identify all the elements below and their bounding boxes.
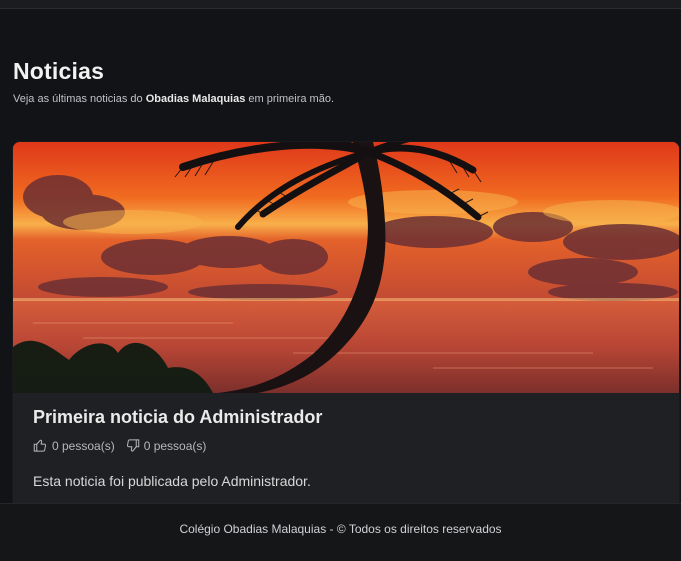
like-button[interactable]: 0 pessoa(s): [33, 438, 115, 453]
footer-text: Colégio Obadias Malaquias - © Todos os d…: [179, 521, 502, 536]
page-title: Noticias: [13, 58, 105, 84]
news-card[interactable]: Primeira noticia do Administrador 0 pess…: [13, 142, 679, 522]
news-body: Esta noticia foi publicada pelo Administ…: [33, 473, 311, 489]
news-card-body: Primeira noticia do Administrador 0 pess…: [13, 393, 679, 489]
subtitle-prefix: Veja as últimas noticias do: [13, 93, 143, 105]
palm-tree-sunset-image: [13, 142, 679, 393]
dislike-button[interactable]: 0 pessoa(s): [125, 438, 207, 453]
top-bar: [0, 0, 681, 9]
subtitle-bold: Obadias Malaquias: [145, 93, 246, 105]
page-header: Noticias Veja as últimas noticias do Oba…: [13, 58, 673, 105]
page-subtitle: Veja as últimas noticias do Obadias Mala…: [13, 93, 673, 105]
thumbs-up-icon: [33, 438, 48, 453]
thumbs-down-icon: [125, 438, 140, 453]
news-title[interactable]: Primeira noticia do Administrador: [33, 407, 659, 428]
news-image[interactable]: [13, 142, 679, 393]
likes-count: 0 pessoa(s): [52, 438, 115, 453]
subtitle-suffix: em primeira mão.: [248, 93, 334, 105]
reactions-row: 0 pessoa(s) 0 pessoa(s): [33, 438, 659, 453]
dislikes-count: 0 pessoa(s): [143, 438, 207, 453]
footer: Colégio Obadias Malaquias - © Todos os d…: [0, 503, 681, 561]
